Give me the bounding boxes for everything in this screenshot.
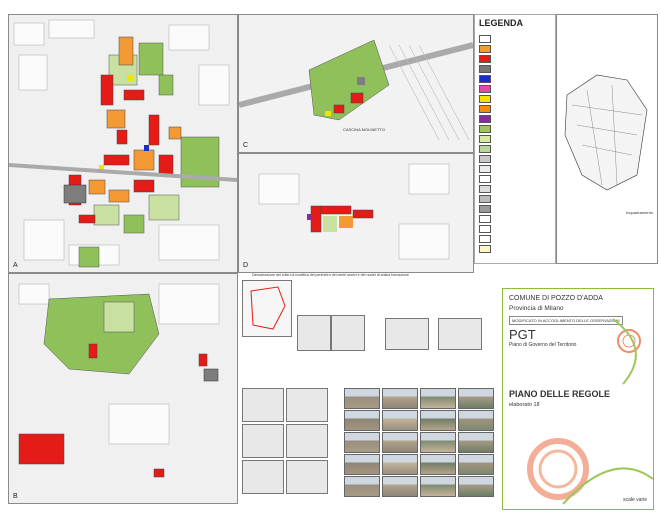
legend: LEGENDA — [474, 14, 556, 264]
historic-map-3[interactable] — [385, 318, 429, 350]
section-title: Dimostrazione dei criteri di modifica de… — [252, 273, 409, 277]
overview-label: Inquadramento — [626, 210, 653, 215]
site-photo[interactable] — [458, 476, 494, 497]
map-panel-b[interactable]: B — [8, 273, 238, 504]
legend-swatch — [479, 175, 491, 183]
site-photo[interactable] — [344, 410, 380, 431]
stamp-graphics — [527, 318, 653, 505]
legend-swatch — [479, 145, 491, 153]
site-photo[interactable] — [420, 432, 456, 453]
legend-swatch-row — [479, 235, 553, 243]
comparison-map-5[interactable] — [242, 460, 284, 494]
legend-swatch-row — [479, 195, 553, 203]
legend-swatch — [479, 205, 491, 213]
site-photo[interactable] — [344, 476, 380, 497]
historic-center-map-a — [9, 15, 237, 272]
panel-label-c: C — [243, 142, 249, 149]
legend-swatch — [479, 185, 491, 193]
legend-swatch-row — [479, 175, 553, 183]
cascina-label: CASCINA MOLINETTO — [343, 127, 385, 132]
overview-map[interactable]: Inquadramento — [556, 14, 658, 264]
site-photo[interactable] — [382, 454, 418, 475]
legend-swatch — [479, 115, 491, 123]
perimeter-map-main[interactable] — [242, 280, 292, 337]
legend-swatch — [479, 165, 491, 173]
comparison-map-3[interactable] — [242, 424, 284, 458]
legend-title: LEGENDA — [479, 18, 524, 28]
legend-swatch — [479, 85, 491, 93]
site-photo[interactable] — [458, 388, 494, 409]
comparison-map-6[interactable] — [286, 460, 328, 494]
historic-map-2[interactable] — [331, 315, 365, 351]
legend-swatch-row — [479, 205, 553, 213]
legend-swatch — [479, 135, 491, 143]
site-photo[interactable] — [458, 410, 494, 431]
title-block: COMUNE DI POZZO D'ADDA Provincia di Mila… — [502, 288, 654, 510]
site-photo[interactable] — [382, 432, 418, 453]
legend-swatch — [479, 45, 491, 53]
site-photo[interactable] — [344, 454, 380, 475]
legend-swatch — [479, 75, 491, 83]
panel-label-a: A — [13, 262, 18, 269]
site-photo[interactable] — [458, 454, 494, 475]
comparison-map-4[interactable] — [286, 424, 328, 458]
legend-swatch — [479, 55, 491, 63]
site-photo[interactable] — [420, 410, 456, 431]
panel-label-b: B — [13, 493, 18, 500]
legend-swatch — [479, 65, 491, 73]
legend-swatch — [479, 235, 491, 243]
legend-swatch-row — [479, 155, 553, 163]
panel-label-d: D — [243, 262, 249, 269]
site-photo[interactable] — [458, 432, 494, 453]
map-panel-a[interactable]: A — [8, 14, 238, 273]
legend-swatch-row — [479, 35, 553, 43]
legend-swatch-row — [479, 65, 553, 73]
map-panel-d[interactable]: D — [238, 153, 474, 273]
legend-swatch-row — [479, 115, 553, 123]
legend-swatch-row — [479, 75, 553, 83]
legend-swatch-row — [479, 225, 553, 233]
legend-swatch — [479, 105, 491, 113]
legend-swatch — [479, 95, 491, 103]
legend-swatch-row — [479, 245, 553, 253]
legend-swatch-row — [479, 145, 553, 153]
comparison-map-2[interactable] — [286, 388, 328, 422]
legend-swatch — [479, 225, 491, 233]
legend-swatch — [479, 125, 491, 133]
site-photo[interactable] — [382, 410, 418, 431]
legend-swatch-row — [479, 135, 553, 143]
legend-swatch — [479, 215, 491, 223]
site-photo[interactable] — [382, 388, 418, 409]
legend-swatch-row — [479, 105, 553, 113]
legend-swatch-row — [479, 55, 553, 63]
legend-swatch-row — [479, 45, 553, 53]
legend-swatch — [479, 245, 491, 253]
legend-swatch — [479, 155, 491, 163]
legend-swatch-row — [479, 165, 553, 173]
nucleus-map-d — [239, 154, 473, 272]
historic-map-1[interactable] — [297, 315, 331, 351]
site-photo[interactable] — [420, 388, 456, 409]
comparison-map-1[interactable] — [242, 388, 284, 422]
legend-swatch-row — [479, 125, 553, 133]
site-photo[interactable] — [344, 432, 380, 453]
site-photo[interactable] — [344, 388, 380, 409]
legend-swatch-row — [479, 185, 553, 193]
site-photo[interactable] — [382, 476, 418, 497]
historic-map-4[interactable] — [438, 318, 482, 350]
municipal-overview-map — [564, 74, 648, 191]
legend-swatch — [479, 195, 491, 203]
legend-swatch-row — [479, 95, 553, 103]
historic-center-map-b — [9, 274, 237, 503]
site-photo[interactable] — [420, 476, 456, 497]
legend-swatch-row — [479, 215, 553, 223]
legend-swatch — [479, 35, 491, 43]
legend-swatch-row — [479, 85, 553, 93]
site-photo[interactable] — [420, 454, 456, 475]
map-panel-c[interactable]: C CASCINA MOLINETTO — [238, 14, 474, 153]
